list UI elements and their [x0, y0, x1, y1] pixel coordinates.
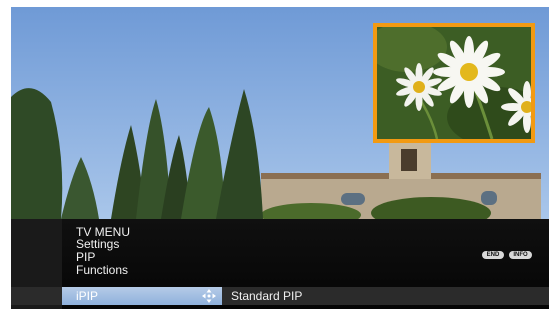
- breadcrumb-functions: Functions: [76, 263, 129, 277]
- dpad-arrows-icon: [202, 289, 216, 303]
- info-button[interactable]: INFO: [509, 251, 532, 259]
- ipip-value[interactable]: Standard PIP: [231, 290, 302, 303]
- ipip-label: iPIP: [76, 289, 99, 303]
- tv-screen: TV MENU Settings PIP Functions END INFO …: [11, 7, 549, 309]
- pip-picture: [377, 27, 531, 139]
- end-button[interactable]: END: [482, 251, 504, 259]
- pip-window[interactable]: [373, 23, 535, 143]
